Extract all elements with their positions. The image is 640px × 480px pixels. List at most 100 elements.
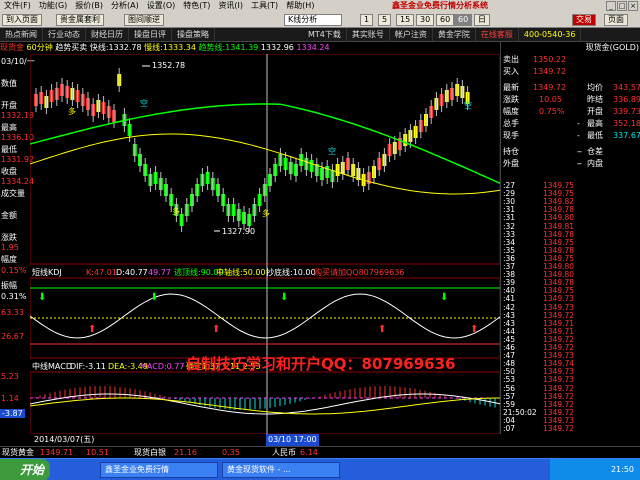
- tab-gold-academy[interactable]: 黄金学院: [433, 28, 476, 41]
- out-label: 外盘: [503, 159, 519, 168]
- total-label: 总手: [503, 119, 519, 128]
- change-value: 10.05: [539, 95, 562, 104]
- down-arrow-icon: ⬇: [150, 292, 158, 303]
- period-15-button[interactable]: 15: [396, 14, 415, 26]
- menu-help[interactable]: 帮助(H): [282, 0, 318, 12]
- hotline: 400-0540-36: [519, 28, 582, 41]
- ma-value-2: 1334.24: [296, 43, 330, 52]
- sell-mark-1: 空: [140, 98, 148, 108]
- fast-line-value: 快线:1332.78: [89, 43, 142, 52]
- tab-calendar[interactable]: 财经日历: [86, 28, 129, 41]
- maximize-icon[interactable]: □: [617, 1, 627, 11]
- price-pane-frame: [30, 54, 500, 265]
- high-q-label: 最高: [587, 119, 603, 128]
- prev-label: 昨结: [587, 95, 603, 104]
- last-row: 最新 1349.72 均价 343.57: [503, 82, 640, 94]
- amp-row: 幅度 0.75% 开盘 339.73: [503, 106, 640, 118]
- taskbar-item-gold-software[interactable]: 黄金现货软件 - ...: [222, 462, 340, 478]
- low-label: 最低: [1, 145, 17, 154]
- in-value: -: [579, 159, 582, 168]
- menu-file[interactable]: 文件(F): [0, 0, 35, 12]
- left-info-column: 03/10/一 数值 开盘 1332.18 最高 1336.10 最低 1331…: [0, 54, 35, 434]
- total-row: 总手 - 最高 352.18: [503, 118, 640, 130]
- review-button[interactable]: 图间顺逆: [124, 14, 164, 26]
- quote-title: 现货金(GOLD): [585, 43, 639, 52]
- period-30-button[interactable]: 30: [416, 14, 435, 26]
- tab-mt4-download[interactable]: MT4下载: [303, 28, 347, 41]
- analysis-select[interactable]: K线分析: [284, 14, 342, 26]
- menu-function[interactable]: 功能(G): [35, 0, 71, 12]
- rise-value: 1.95: [1, 243, 19, 252]
- menu-quote[interactable]: 报价(B): [71, 0, 107, 12]
- tab-online-service[interactable]: 在线客服: [476, 28, 519, 41]
- tab-deposit[interactable]: 帐户注资: [390, 28, 433, 41]
- return-page-button[interactable]: 到入页面: [2, 14, 42, 26]
- period-60-active-button[interactable]: 60: [454, 14, 473, 26]
- rise-label: 涨跌: [1, 233, 17, 242]
- buy-value: 1349.72: [533, 67, 567, 76]
- menu-tools[interactable]: 工具(T): [247, 0, 282, 12]
- tab-account[interactable]: 其实账号: [347, 28, 390, 41]
- tick-row: :07 1349.72: [503, 425, 639, 433]
- kdj-pane-frame: [30, 277, 500, 359]
- start-button[interactable]: 开始: [0, 459, 50, 480]
- last-value: 1349.72: [533, 83, 567, 92]
- high-price-annotation: 1352.78: [152, 61, 185, 70]
- menu-bar: 文件(F) 功能(G) 报价(B) 分析(A) 设置(O) 特色(T) 资讯(I…: [0, 0, 640, 12]
- tab-hot-news[interactable]: 热点新闻: [0, 28, 43, 41]
- macd-value: MACD:0.77: [140, 362, 185, 371]
- down-arrow-icon: ⬇: [38, 292, 46, 303]
- chart-area[interactable]: 1352.78 1327.90 多 多 多 空 空 空 短线KDJ K:47.0…: [30, 54, 500, 434]
- in-label: 内盘: [587, 159, 603, 168]
- sell-label: 卖出: [503, 55, 519, 64]
- period-label: 60分钟: [26, 43, 53, 52]
- toolbar: 到入页面 贵金属套利 图间顺逆 K线分析 1 5 15 30 60 60 日 交…: [0, 12, 640, 28]
- quote-panel: 现货金(GOLD) 卖出 1350.22 买入 1349.72 最新 1349.72 均…: [500, 42, 640, 434]
- indicator-name: 趋势买卖: [55, 43, 88, 52]
- trade-button[interactable]: 交易: [572, 14, 596, 26]
- buy-row: 买入 1349.72: [503, 66, 639, 78]
- taskbar-item-quote[interactable]: 鑫圣金业免费行情: [100, 462, 218, 478]
- kdj-level-high: 63.33: [1, 308, 24, 317]
- minimize-icon[interactable]: _: [606, 1, 616, 11]
- tab-industry[interactable]: 行业动态: [43, 28, 86, 41]
- amp-label: 振幅: [1, 281, 17, 290]
- tick-list[interactable]: :27 1349.75:29 1349.75:30 1349.82:31 1349.78…: [501, 182, 640, 434]
- buy-mark-1: 多: [68, 106, 76, 116]
- hold-chg-value: -: [579, 147, 582, 156]
- hold-row: 持仓 - 仓差 -: [503, 146, 639, 158]
- menu-features[interactable]: 特色(T): [179, 0, 214, 12]
- buy-mark-3: 多: [262, 208, 270, 218]
- menu-info[interactable]: 资讯(I): [214, 0, 247, 12]
- close-label: 收盘: [1, 167, 17, 176]
- period-60-button[interactable]: 60: [436, 14, 455, 26]
- trend-line-value: 趋势线:1341.39: [198, 43, 259, 52]
- page-button[interactable]: 页面: [604, 14, 628, 26]
- period-5-button[interactable]: 5: [378, 14, 392, 26]
- close-icon[interactable]: ×: [628, 1, 638, 11]
- kdj-arrows: ⬇ ⬆ ⬇ ⬆ ⬇ ⬆ ⬇ ⬆: [38, 292, 478, 335]
- pct-label: 幅度: [1, 255, 17, 264]
- gold-arbitrage-button[interactable]: 贵金属套利: [56, 14, 104, 26]
- period-day-button[interactable]: 日: [474, 14, 490, 26]
- macd-level-mid: 1.14: [1, 394, 19, 403]
- kdj-j-value: 49.77: [148, 268, 171, 277]
- sell-value: 1350.22: [533, 55, 567, 64]
- kdj-contact: 购买请加QQ807969636: [314, 267, 404, 277]
- tick-time: :07: [503, 424, 516, 433]
- kdj-title: 短线KDJ: [32, 267, 62, 277]
- tab-daily-review[interactable]: 操盘日评: [129, 28, 172, 41]
- menu-analysis[interactable]: 分析(A): [107, 0, 143, 12]
- menu-settings[interactable]: 设置(O): [143, 0, 180, 12]
- tab-strategy[interactable]: 操盘策略: [172, 28, 215, 41]
- now-value: -: [577, 131, 580, 140]
- value-label: 数值: [1, 79, 17, 88]
- change-label: 涨跌: [503, 95, 519, 104]
- kdj-mid-zone: 中轴线:50.00: [216, 267, 266, 277]
- kdj-k-line: [30, 293, 500, 339]
- period-1-button[interactable]: 1: [360, 14, 374, 26]
- out-row: 外盘 - 内盘 -: [503, 158, 639, 170]
- taskbar-clock: 21:50: [550, 459, 640, 480]
- kdj-d-value: D:40.77: [116, 268, 148, 277]
- open-q-value: 339.73: [613, 107, 640, 116]
